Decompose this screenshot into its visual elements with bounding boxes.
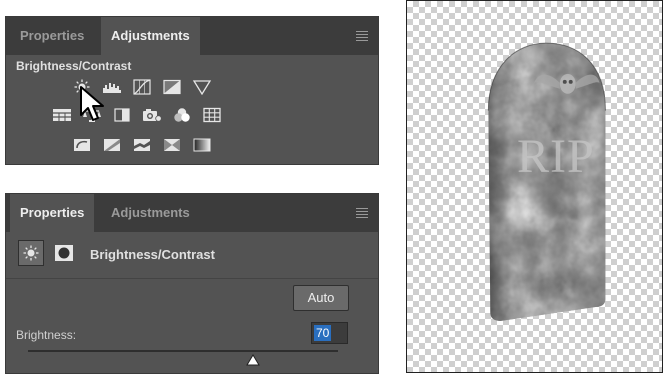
tab-adjustments[interactable]: Adjustments: [101, 17, 200, 55]
vibrance-icon[interactable]: [192, 79, 212, 95]
tab-adjustments[interactable]: Adjustments: [101, 194, 200, 232]
panel-menu-icon[interactable]: [356, 31, 368, 43]
mouse-cursor-icon: [78, 85, 106, 125]
selective-color-icon[interactable]: [162, 137, 182, 153]
hue-saturation-icon[interactable]: [52, 107, 72, 123]
brightness-label: Brightness:: [16, 328, 77, 342]
black-white-icon[interactable]: [112, 107, 132, 123]
adjustments-panel: Properties Adjustments Brightness/Contra…: [5, 16, 379, 165]
adjustment-hint-title: Brightness/Contrast: [16, 59, 132, 73]
brightness-slider-thumb[interactable]: [246, 353, 260, 366]
color-lookup-icon[interactable]: [202, 107, 222, 123]
gradient-map-icon[interactable]: [192, 137, 212, 153]
brightness-slider-track[interactable]: [28, 350, 338, 352]
panel-tab-bar: Properties Adjustments: [6, 194, 378, 232]
curves-icon[interactable]: [132, 79, 152, 95]
auto-button[interactable]: Auto: [293, 285, 349, 311]
properties-panel: Properties Adjustments Brightness/Contra…: [5, 193, 379, 374]
headstone-inscription: RIP: [517, 130, 595, 183]
canvas-preview: RIP: [406, 0, 663, 373]
invert-icon[interactable]: [72, 137, 92, 153]
brightness-value: 70: [314, 325, 332, 341]
adjustment-title: Brightness/Contrast: [90, 247, 215, 262]
layer-mask-icon[interactable]: [50, 242, 78, 264]
posterize-icon[interactable]: [102, 137, 122, 153]
tab-properties[interactable]: Properties: [10, 194, 95, 232]
panel-tab-bar: Properties Adjustments: [6, 17, 378, 55]
tab-properties[interactable]: Properties: [10, 17, 94, 55]
brightness-value-field[interactable]: 70: [311, 322, 348, 344]
header-divider: [6, 278, 378, 279]
exposure-icon[interactable]: [162, 79, 182, 95]
panel-menu-icon[interactable]: [356, 208, 368, 220]
photo-filter-icon[interactable]: [142, 107, 162, 123]
channel-mixer-icon[interactable]: [172, 107, 192, 123]
adjustment-type-icon: [18, 240, 44, 266]
threshold-icon[interactable]: [132, 137, 152, 153]
headstone-image: [487, 42, 606, 321]
